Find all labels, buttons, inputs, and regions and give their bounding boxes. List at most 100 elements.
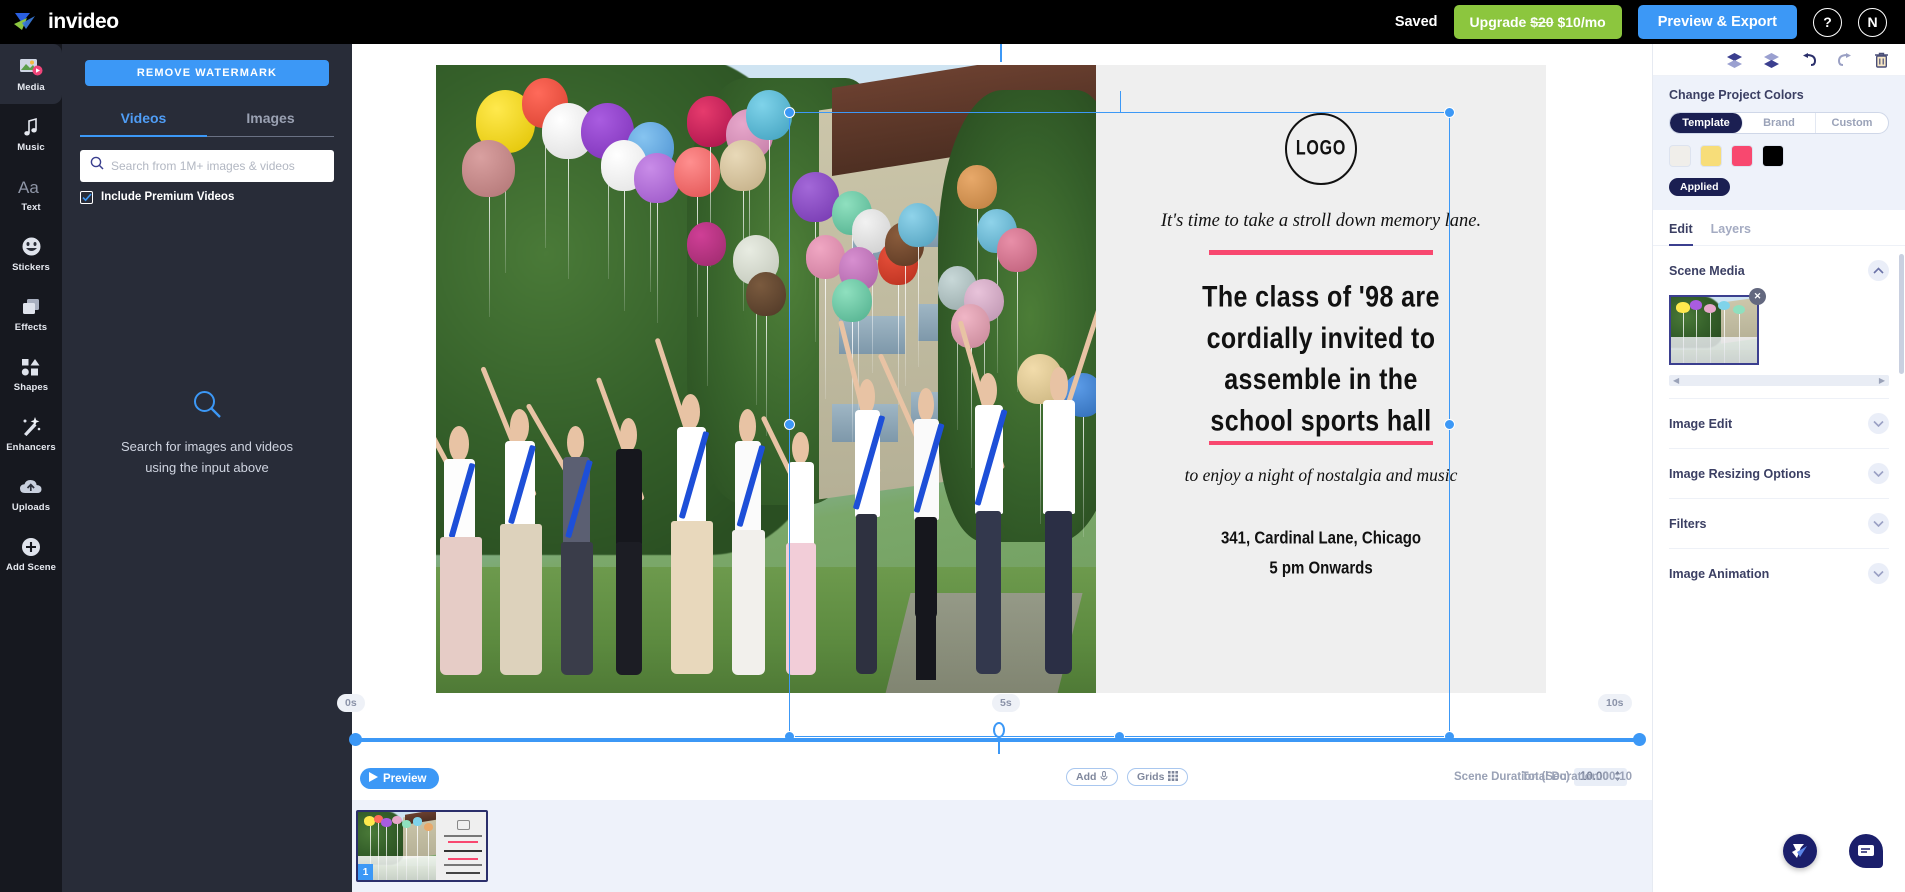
invideo-play-icon[interactable] [1783,834,1817,868]
sidebar-item-label: Enhancers [6,441,56,453]
sidebar-item-uploads[interactable]: Uploads [0,464,62,524]
sidebar-item-stickers[interactable]: Stickers [0,224,62,284]
applied-badge[interactable]: Applied [1669,178,1730,196]
timeline-end-handle[interactable] [1633,733,1646,746]
properties-tabs: Edit Layers [1653,210,1905,246]
section-title: Filters [1669,516,1707,531]
grid-icon [1168,770,1179,784]
segment-custom[interactable]: Custom [1816,113,1888,133]
chevron-down-icon[interactable] [1868,413,1889,434]
playhead-top-tick [1000,44,1002,62]
chevron-up-icon[interactable] [1868,260,1889,281]
sidebar-item-label: Media [17,81,45,93]
sidebar-item-label: Uploads [11,501,51,513]
upgrade-prefix: Upgrade [1469,14,1527,30]
scene-media-scroller[interactable]: ◀ ▶ [1669,375,1889,386]
tab-images[interactable]: Images [207,110,334,136]
timeline-marker-end: 10s [1598,694,1632,712]
right-properties-panel: Change Project Colors Template Brand Cus… [1652,44,1905,892]
layers-squares-icon [20,296,42,318]
close-x-icon[interactable]: ✕ [1749,288,1766,305]
undo-icon[interactable] [1800,52,1817,67]
section-image-animation-header[interactable]: Image Animation [1653,549,1905,598]
preview-button[interactable]: Preview [360,768,440,789]
redo-icon[interactable] [1837,52,1854,67]
canvas-subline[interactable]: to enjoy a night of nostalgia and music [1185,465,1458,486]
canvas-address[interactable]: 341, Cardinal Lane, Chicago 5 pm Onwards [1221,524,1421,584]
search-input[interactable] [111,158,324,173]
grids-button-label: Grids [1137,771,1165,783]
arrow-right-icon[interactable]: ▶ [1879,376,1885,385]
tab-edit[interactable]: Edit [1669,222,1693,246]
scene-text-block[interactable]: LOGO It's time to take a stroll down mem… [1096,65,1546,693]
scene-thumbnail-1[interactable]: 1 [356,810,488,882]
segment-template[interactable]: Template [1670,113,1743,133]
segment-brand[interactable]: Brand [1743,113,1816,133]
headline-line-1: The class of '98 are [1202,280,1440,314]
help-icon[interactable]: ? [1813,7,1842,37]
headline-line-4: school sports hall [1210,403,1432,437]
tab-videos[interactable]: Videos [80,110,207,137]
sidebar-item-text[interactable]: Aa Text [0,164,62,224]
section-image-edit-header[interactable]: Image Edit [1653,399,1905,448]
color-swatch-2[interactable] [1700,145,1722,167]
sidebar-item-enhancers[interactable]: Enhancers [0,404,62,464]
invideo-logo-icon [13,10,39,34]
shapes-icon [20,356,42,378]
section-image-resizing-header[interactable]: Image Resizing Options [1653,449,1905,498]
grids-button[interactable]: Grids [1127,768,1189,786]
panel-scrollbar[interactable] [1899,254,1904,374]
canvas-tagline[interactable]: It's time to take a stroll down memory l… [1161,211,1481,232]
smiley-icon [21,236,42,258]
section-filters-header[interactable]: Filters [1653,499,1905,548]
project-colors-title: Change Project Colors [1669,88,1804,102]
scene-strip: 1 [352,800,1652,892]
sidebar-item-label: Text [21,201,41,213]
canvas-stage: LOGO It's time to take a stroll down mem… [337,44,1652,892]
chevron-down-icon[interactable] [1868,463,1889,484]
preview-button-label: Preview [383,772,427,785]
color-swatch-4[interactable] [1762,145,1784,167]
upgrade-button[interactable]: Upgrade $20 $10/mo [1453,5,1622,39]
timeline-start-handle[interactable] [349,733,362,746]
preview-export-button[interactable]: Preview & Export [1637,5,1797,39]
brand-logo-group[interactable]: invideo [0,10,119,34]
bring-forward-icon[interactable] [1726,52,1743,68]
media-search-bar[interactable] [80,149,334,182]
include-premium-videos-checkbox[interactable]: Include Premium Videos [80,190,334,204]
top-bar-actions: Saved Upgrade $20 $10/mo Preview & Expor… [1395,5,1905,39]
sidebar-item-label: Add Scene [6,561,56,573]
remove-watermark-button[interactable]: REMOVE WATERMARK [85,60,329,86]
sidebar-item-music[interactable]: Music [0,104,62,164]
canvas-headline[interactable]: The class of '98 are cordially invited t… [1202,277,1440,442]
color-swatch-3[interactable] [1731,145,1753,167]
sidebar-item-shapes[interactable]: Shapes [0,344,62,404]
playhead-handle[interactable] [993,722,1005,738]
headline-line-3: assemble in the [1224,362,1418,396]
layer-toolbar [1653,44,1905,76]
add-voiceover-button[interactable]: Add [1066,768,1119,786]
scene-photo[interactable] [436,65,1096,693]
section-scene-media-header[interactable]: Scene Media [1653,246,1905,295]
color-swatch-1[interactable] [1669,145,1691,167]
cloud-upload-icon [19,476,43,498]
avatar[interactable]: N [1858,7,1887,37]
chevron-down-icon[interactable] [1868,513,1889,534]
scene-media-thumbnail-wrap: ✕ [1653,288,1905,365]
scene-media-thumbnail[interactable] [1669,295,1759,365]
chevron-down-icon[interactable] [1868,563,1889,584]
upgrade-new-price: $10/mo [1557,14,1606,30]
sidebar-item-media[interactable]: Media [0,44,62,104]
logo-placeholder[interactable]: LOGO [1285,113,1357,185]
section-title: Image Edit [1669,416,1733,431]
trash-icon[interactable] [1874,52,1889,68]
tab-layers[interactable]: Layers [1711,222,1751,245]
sidebar-item-effects[interactable]: Effects [0,284,62,344]
chat-bubble-icon[interactable] [1849,834,1883,868]
sidebar-item-label: Effects [14,321,48,333]
arrow-left-icon[interactable]: ◀ [1673,376,1679,385]
empty-state-line-1: Search for images and videos [121,439,293,454]
sidebar-item-add-scene[interactable]: Add Scene [0,524,62,584]
send-backward-icon[interactable] [1763,52,1780,68]
scene-canvas[interactable]: LOGO It's time to take a stroll down mem… [436,65,1546,693]
